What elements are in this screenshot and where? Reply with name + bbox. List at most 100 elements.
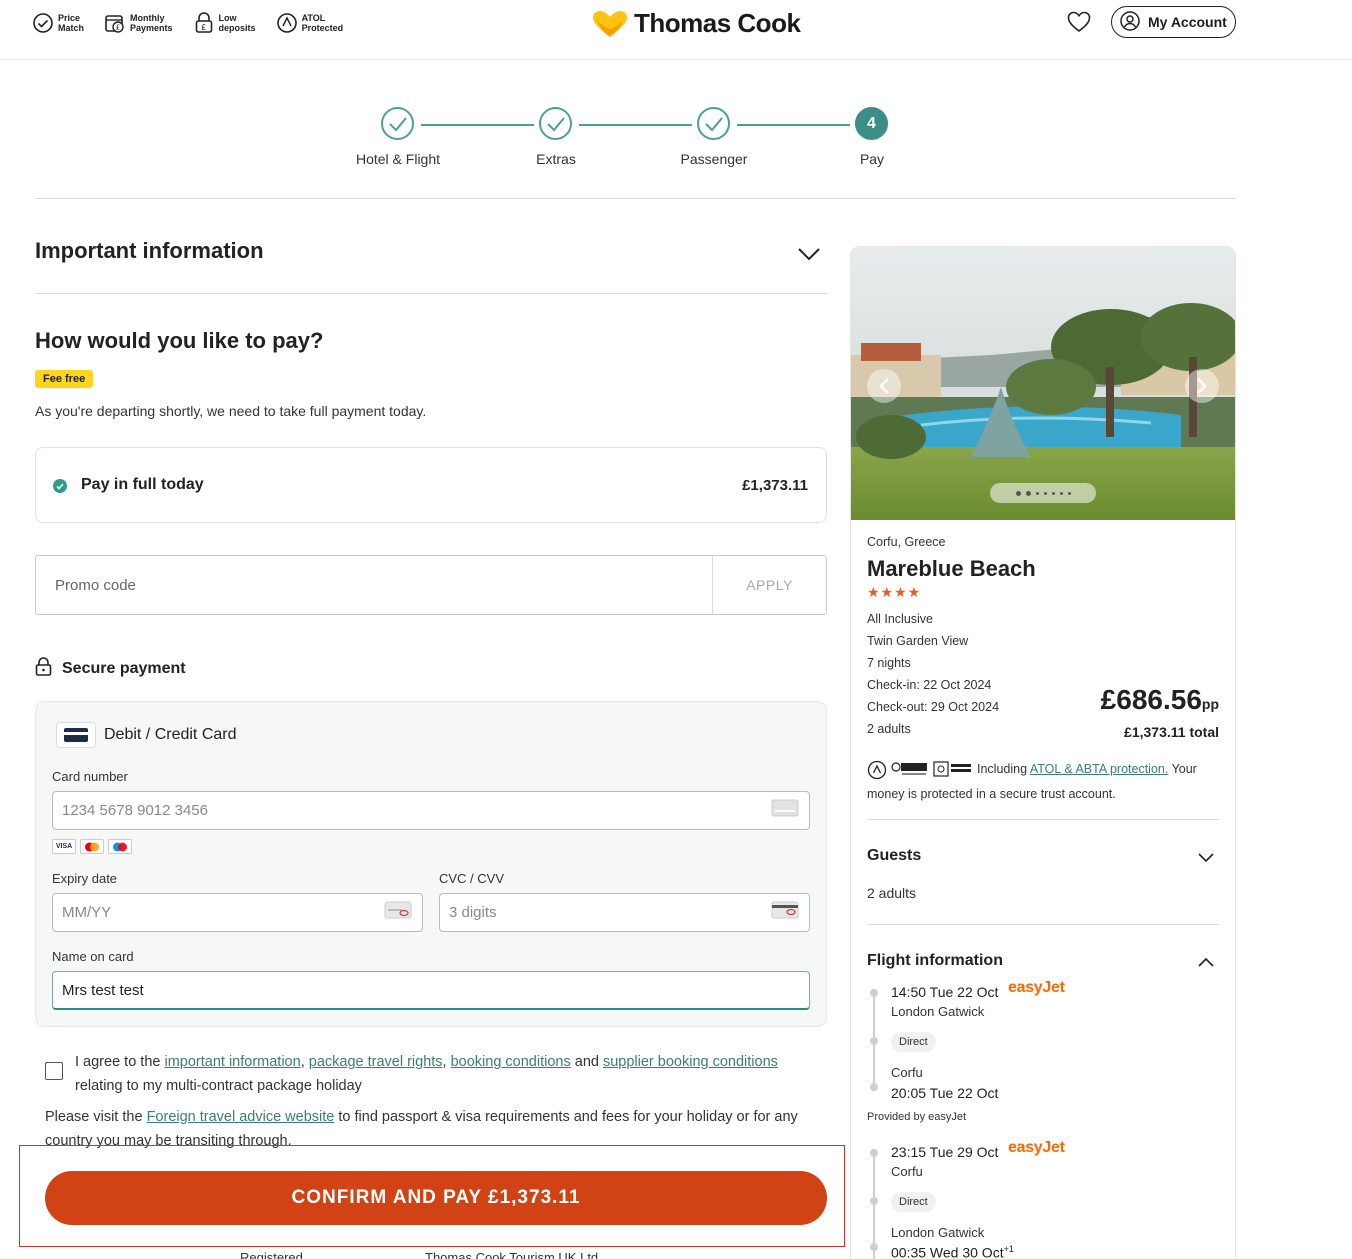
inbound-arrival-time-wrap: 00:35 Wed 30 Oct+1 bbox=[891, 1244, 1014, 1259]
carousel-dot[interactable] bbox=[1059, 491, 1063, 495]
mastercard-logo-icon bbox=[80, 839, 104, 854]
hotel-photo-carousel[interactable] bbox=[851, 247, 1235, 520]
credit-card-icon bbox=[56, 722, 96, 748]
usp-atol: ATOL Protected bbox=[276, 12, 344, 34]
usp-monthly-payments: £ Monthly Payments bbox=[104, 12, 173, 34]
usp-label: ATOL Protected bbox=[301, 13, 344, 33]
confirm-and-pay-button[interactable]: CONFIRM AND PAY £1,373.11 bbox=[45, 1171, 827, 1225]
footer-text: Registered ... bbox=[240, 1250, 318, 1259]
flight-information-title: Flight information bbox=[867, 952, 1003, 969]
favourites-heart-icon[interactable] bbox=[1067, 11, 1091, 33]
fee-free-badge: Fee free bbox=[35, 370, 94, 388]
carousel-dot[interactable] bbox=[1015, 490, 1021, 496]
thomas-cook-logo[interactable]: Thomas Cook bbox=[592, 8, 801, 39]
secure-payment-label: Secure payment bbox=[62, 660, 186, 677]
cvc-label: CVC / CVV bbox=[439, 871, 505, 886]
price-per-person: £686.56pp bbox=[1101, 684, 1219, 716]
chevron-down-icon[interactable] bbox=[797, 246, 821, 267]
important-information-link[interactable]: important information bbox=[164, 1054, 300, 1070]
cvc-input[interactable] bbox=[440, 904, 771, 921]
svg-text:£: £ bbox=[116, 24, 120, 32]
secure-trust-account-badge-icon bbox=[933, 761, 971, 777]
name-on-card-label: Name on card bbox=[52, 949, 134, 964]
outbound-direct-badge: Direct bbox=[891, 1032, 936, 1052]
usp-label: Price Match bbox=[58, 13, 85, 33]
supplier-booking-conditions-link[interactable]: supplier booking conditions bbox=[603, 1054, 778, 1070]
flight-chevron-up-icon[interactable] bbox=[1197, 955, 1215, 973]
step-pay-number: 4 bbox=[855, 107, 888, 140]
important-information-accordion[interactable]: Important information bbox=[35, 238, 827, 294]
atol-abta-protection-link[interactable]: ATOL & ABTA protection. bbox=[1030, 762, 1169, 776]
selected-check-icon bbox=[53, 479, 67, 493]
price-total-amount: £1,373.11 bbox=[1124, 724, 1186, 740]
card-method-label: Debit / Credit Card bbox=[104, 726, 237, 743]
guests-chevron-down-icon[interactable] bbox=[1197, 851, 1215, 869]
expiry-date-input[interactable] bbox=[53, 904, 384, 921]
promo-code-box: APPLY bbox=[35, 555, 827, 615]
foreign-travel-advice-link[interactable]: Foreign travel advice website bbox=[147, 1109, 335, 1125]
atol-text-part: Including bbox=[977, 762, 1030, 776]
carousel-dot[interactable] bbox=[1051, 491, 1055, 495]
terms-text: I agree to the important information, pa… bbox=[75, 1050, 825, 1098]
pay-option-amount: £1,373.11 bbox=[742, 477, 808, 494]
apply-promo-button[interactable]: APPLY bbox=[712, 556, 826, 614]
step-label-passenger[interactable]: Passenger bbox=[681, 151, 748, 167]
atol-abta-notice: Including ATOL & ABTA protection. Your m… bbox=[867, 757, 1227, 807]
price-per-person-amount: £686.56 bbox=[1100, 684, 1202, 715]
name-on-card-input[interactable] bbox=[53, 981, 809, 999]
carousel-dot[interactable] bbox=[1025, 490, 1031, 496]
card-payment-form: Debit / Credit Card Card number VISA Exp… bbox=[35, 701, 827, 1027]
step-connector bbox=[579, 124, 692, 126]
user-icon bbox=[1120, 10, 1140, 34]
step-passenger-check-icon[interactable] bbox=[697, 107, 730, 140]
terms-checkbox[interactable] bbox=[45, 1062, 63, 1080]
terms-text-part: relating to my multi-contract package ho… bbox=[75, 1078, 362, 1094]
carousel-dot[interactable] bbox=[1067, 491, 1071, 495]
booking-stepper: 4 Hotel & Flight Extras Passenger Pay bbox=[340, 107, 910, 177]
board-basis: All Inclusive bbox=[867, 612, 933, 626]
expiry-date-field bbox=[52, 893, 423, 932]
my-account-button[interactable]: My Account bbox=[1111, 6, 1236, 38]
hotel-name: Mareblue Beach bbox=[867, 556, 1036, 581]
terms-text-part: , bbox=[300, 1054, 309, 1070]
important-information-title: Important information bbox=[35, 238, 264, 263]
terms-text-part: , bbox=[442, 1054, 451, 1070]
usp-price-match: Price Match bbox=[32, 12, 84, 34]
adults-count: 2 adults bbox=[867, 722, 911, 736]
timeline-dot bbox=[870, 1037, 878, 1045]
departing-notice: As you're departing shortly, we need to … bbox=[35, 403, 427, 419]
next-photo-chevron-right-icon[interactable] bbox=[1185, 369, 1219, 403]
step-hotel-flight-check-icon[interactable] bbox=[381, 107, 414, 140]
generic-card-icon bbox=[771, 799, 799, 822]
step-label-extras[interactable]: Extras bbox=[536, 151, 576, 167]
carousel-dot[interactable] bbox=[1035, 491, 1039, 495]
cvc-field bbox=[439, 893, 810, 932]
pay-in-full-option[interactable]: Pay in full today £1,373.11 bbox=[35, 447, 827, 523]
lock-pound-icon: £ bbox=[193, 12, 215, 34]
outbound-arrival-airport: Corfu bbox=[891, 1065, 923, 1080]
booking-conditions-link[interactable]: booking conditions bbox=[451, 1054, 571, 1070]
check-out: Check-out: 29 Oct 2024 bbox=[867, 700, 1000, 714]
usp-label: Low deposits bbox=[218, 13, 256, 33]
outbound-departure-airport: London Gatwick bbox=[891, 1004, 985, 1019]
price-per-person-suffix: pp bbox=[1201, 696, 1219, 712]
promo-code-input[interactable] bbox=[36, 556, 712, 614]
carousel-dot[interactable] bbox=[1043, 491, 1047, 495]
step-label-hotel-flight[interactable]: Hotel & Flight bbox=[356, 151, 440, 167]
timeline-dot bbox=[870, 1149, 878, 1157]
room-type: Twin Garden View bbox=[867, 634, 969, 648]
calendar-pound-icon: £ bbox=[104, 12, 126, 34]
terms-text-part: and bbox=[570, 1054, 603, 1070]
package-travel-rights-link[interactable]: package travel rights bbox=[309, 1054, 443, 1070]
previous-photo-chevron-left-icon[interactable] bbox=[867, 369, 901, 403]
timeline-dot bbox=[870, 1243, 878, 1251]
divider bbox=[867, 819, 1219, 820]
step-extras-check-icon[interactable] bbox=[539, 107, 572, 140]
card-number-input[interactable] bbox=[53, 802, 771, 819]
timeline-dot bbox=[870, 1197, 878, 1205]
secure-payment-heading: Secure payment bbox=[35, 657, 186, 681]
site-header: Price Match £ Monthly Payments £ Low dep… bbox=[0, 0, 1352, 60]
card-cvc-icon bbox=[771, 901, 799, 924]
payment-heading: How would you like to pay? bbox=[35, 328, 324, 353]
outbound-provider: Provided by easyJet bbox=[867, 1111, 967, 1123]
